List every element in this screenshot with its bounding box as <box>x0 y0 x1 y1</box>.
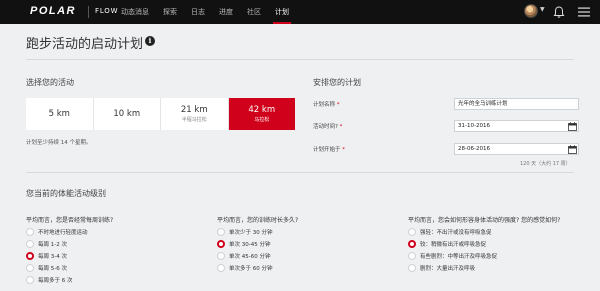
level-section-title: 您当前的体能活动级别 <box>26 189 106 198</box>
calendar-icon[interactable] <box>568 121 577 131</box>
option-label: 单次多于 60 分钟 <box>229 266 273 272</box>
radio-button[interactable] <box>408 264 416 272</box>
main-nav: 动态消息 探索 日志 进度 社区 计划 <box>114 0 296 24</box>
radio-button[interactable] <box>217 252 225 260</box>
tile-distance: 42 km <box>248 105 276 115</box>
plan-name-field[interactable]: 光年的全马训练计划 <box>454 98 579 110</box>
start-date-field[interactable]: 28-06-2016 <box>454 143 579 155</box>
option-label: 不时地进行轻度运动 <box>38 230 88 236</box>
nav-explore[interactable]: 探索 <box>156 0 184 24</box>
intensity-option[interactable]: 强轻：不出汗或没有呼吸急促 <box>408 228 578 236</box>
page-title: 跑步活动的启动计划 <box>26 37 144 52</box>
required-mark: * <box>336 102 340 108</box>
activity-section-title: 选择您的活动 <box>26 78 74 87</box>
required-mark: * <box>342 147 346 153</box>
label-text: 计划名称 <box>313 102 336 108</box>
duration-option[interactable]: 单次少于 30 分钟 <box>217 228 387 236</box>
tile-caption: 半程马拉松 <box>181 117 207 123</box>
radio-button[interactable] <box>408 252 416 260</box>
option-label: 强轻：不出汗或没有呼吸急促 <box>420 230 492 236</box>
radio-button[interactable] <box>26 240 34 248</box>
activity-tile-42km[interactable]: 42 km 马拉松 <box>228 98 295 130</box>
radio-button[interactable] <box>217 228 225 236</box>
tile-distance: 5 km <box>48 109 70 119</box>
radio-button-selected[interactable] <box>26 252 34 260</box>
option-label: 有些剧烈：中等出汗及呼吸急促 <box>420 254 498 260</box>
option-label: 较：稍微有出汗或呼吸急促 <box>420 242 487 248</box>
nav-programs[interactable]: 计划 <box>268 0 296 24</box>
info-icon[interactable]: i <box>145 36 155 46</box>
section-divider <box>26 172 574 173</box>
option-label: 每周多于 6 次 <box>38 278 73 284</box>
option-label: 单次少于 30 分钟 <box>229 230 273 236</box>
duration-option[interactable]: 单次多于 60 分钟 <box>217 264 387 272</box>
title-divider <box>26 59 574 60</box>
duration-question: 平均而言，您的训练时长多久? <box>217 217 299 224</box>
nav-community[interactable]: 社区 <box>240 0 268 24</box>
label-text: 活动时间? <box>313 124 338 130</box>
radio-button[interactable] <box>217 264 225 272</box>
required-mark: * <box>339 124 343 130</box>
plan-name-label: 计划名称 * <box>313 100 340 108</box>
activity-tile-21km[interactable]: 21 km 半程马拉松 <box>161 98 229 130</box>
activity-tile-10km[interactable]: 10 km <box>94 98 161 130</box>
event-date-field[interactable]: 31-10-2016 <box>454 120 579 132</box>
label-text: 计划开始于 <box>313 147 341 153</box>
schedule-section-title: 安排您的计划 <box>313 78 361 87</box>
avatar[interactable] <box>524 4 538 18</box>
polar-logo[interactable]: POLAR <box>30 5 76 17</box>
frequency-option[interactable]: 每周 1-2 次 <box>26 240 196 248</box>
duration-option-selected[interactable]: 单次 30-45 分钟 <box>217 240 387 248</box>
top-navigation-bar: POLAR FLOW 动态消息 探索 日志 进度 社区 计划 ▼ <box>0 0 600 24</box>
option-label: 单次 45-60 分钟 <box>229 254 271 260</box>
radio-button-selected[interactable] <box>217 240 225 248</box>
radio-button[interactable] <box>26 276 34 284</box>
tile-caption: 马拉松 <box>254 117 270 123</box>
frequency-question: 平均而言，您是否经常每周训练? <box>26 217 114 224</box>
nav-diary[interactable]: 日志 <box>184 0 212 24</box>
option-label: 剧烈：大量出汗及呼吸 <box>420 266 476 272</box>
frequency-option[interactable]: 每周 5-6 次 <box>26 264 196 272</box>
option-label: 每周 3-4 次 <box>38 254 67 260</box>
option-label: 每周 1-2 次 <box>38 242 67 248</box>
intensity-option-selected[interactable]: 较：稍微有出汗或呼吸急促 <box>408 240 578 248</box>
radio-button-selected[interactable] <box>408 240 416 248</box>
duration-option[interactable]: 单次 45-60 分钟 <box>217 252 387 260</box>
option-label: 单次 30-45 分钟 <box>229 242 271 248</box>
event-date-label: 活动时间? * <box>313 122 342 130</box>
frequency-option[interactable]: 不时地进行轻度运动 <box>26 228 196 236</box>
calendar-icon[interactable] <box>568 144 577 154</box>
tile-distance: 21 km <box>180 105 208 115</box>
logo-divider <box>88 6 89 18</box>
frequency-option[interactable]: 每周多于 6 次 <box>26 276 196 284</box>
radio-button[interactable] <box>26 264 34 272</box>
radio-button[interactable] <box>408 228 416 236</box>
activity-tiles: 5 km 10 km 21 km 半程马拉松 42 km 马拉松 <box>26 98 295 130</box>
activity-tile-5km[interactable]: 5 km <box>26 98 94 130</box>
bell-icon[interactable] <box>552 5 566 19</box>
nav-progress[interactable]: 进度 <box>212 0 240 24</box>
plan-length-info: 120 天（大约 17 周） <box>520 161 571 167</box>
chevron-down-icon[interactable]: ▼ <box>540 6 545 13</box>
intensity-question: 平均而言，您会如何形容身体活动的强度? 您的感觉如何? <box>408 217 561 224</box>
plan-duration-note: 计划至少持续 14 个星期。 <box>26 140 92 146</box>
option-label: 每周 5-6 次 <box>38 266 67 272</box>
intensity-option[interactable]: 有些剧烈：中等出汗及呼吸急促 <box>408 252 578 260</box>
tile-distance: 10 km <box>113 109 141 119</box>
menu-icon[interactable] <box>577 6 591 18</box>
radio-button[interactable] <box>26 228 34 236</box>
start-date-label: 计划开始于 * <box>313 145 345 153</box>
frequency-option-selected[interactable]: 每周 3-4 次 <box>26 252 196 260</box>
nav-feed[interactable]: 动态消息 <box>114 0 156 24</box>
intensity-option[interactable]: 剧烈：大量出汗及呼吸 <box>408 264 578 272</box>
